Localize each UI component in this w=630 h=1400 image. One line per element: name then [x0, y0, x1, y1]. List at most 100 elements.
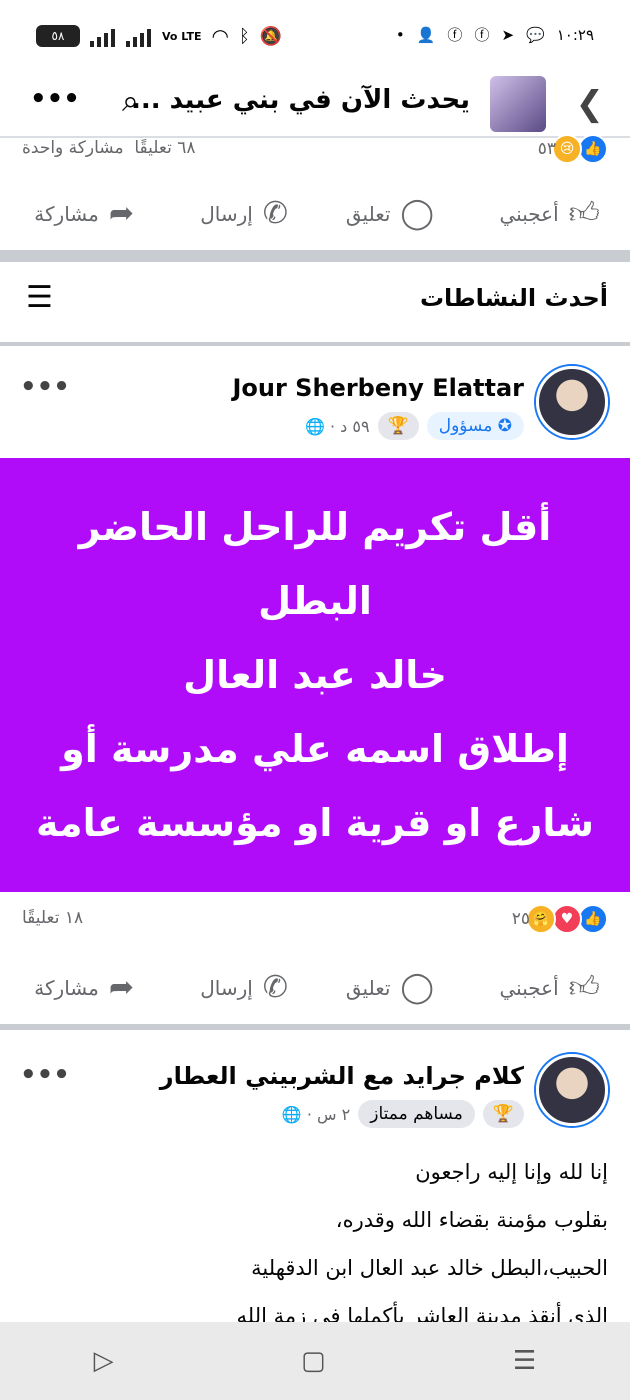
post1-action-row: 👍︎ أعجبني ◯ تعليق ✆ إرسال ➦ مشاركة: [0, 956, 630, 1016]
section-divider: [0, 250, 630, 262]
battery-level: ٥٨: [51, 29, 65, 43]
volte-label: Vo LTE: [162, 29, 202, 43]
post1-line-4: إطلاق اسمه علي مدرسة أو: [61, 727, 569, 771]
prev-shares: مشاركة واحدة: [22, 138, 124, 158]
mute-icon: 🔕: [259, 25, 283, 47]
post2-author[interactable]: كلام جرايد مع الشربيني العطار: [160, 1062, 524, 1090]
prev-comments: ٦٨ تعليقًا: [134, 138, 196, 158]
like-reaction-icon: 👍: [578, 904, 608, 934]
like-label: أعجبني: [499, 202, 559, 226]
more-dots-icon[interactable]: •••: [30, 84, 80, 114]
share-label: مشاركة: [34, 201, 99, 226]
comment-label: تعليق: [345, 975, 391, 1000]
status-left: ٥٨ Vo LTE ◠ ᛒ 🔕: [36, 24, 282, 48]
post1-reactions-count: ٢٥: [511, 909, 530, 929]
status-right: • 👤 ⓕ ⓕ ➤ 💬 ١٠:٢٩: [396, 24, 594, 45]
whatsapp-icon: ✆: [262, 970, 288, 1005]
back-chevron-icon[interactable]: ❯: [576, 84, 605, 124]
share-button[interactable]: ➦ مشاركة: [34, 970, 134, 1005]
whatsapp-icon: ✆: [262, 196, 288, 231]
love-reaction-icon: ♥: [552, 904, 582, 934]
home-square-icon[interactable]: ▢: [301, 1346, 326, 1376]
post1-text-card[interactable]: أقل تكريم للراحل الحاضر البطل خالد عبد ا…: [0, 458, 630, 892]
post2-time-text: ٢ س: [317, 1104, 351, 1124]
signal-icon: [90, 25, 116, 47]
avatar[interactable]: [536, 366, 608, 438]
share-arrow-icon: ➦: [108, 970, 134, 1005]
trophy-icon[interactable]: 🏆: [377, 412, 419, 440]
dot-icon: •: [395, 25, 405, 44]
send-label: إرسال: [200, 201, 253, 226]
post1-stats: 👍 ♥ 🤗 ٢٥ ١٨ تعليقًا: [0, 904, 630, 944]
post1-comments[interactable]: ١٨ تعليقًا: [22, 908, 83, 928]
prev-reactions-count: ٥٣: [537, 139, 556, 159]
post2-text[interactable]: إنا لله وإنا إليه راجعون بقلوب مؤمنة بقض…: [237, 1148, 608, 1340]
section-title: أحدث النشاطات: [419, 284, 608, 312]
comment-label: تعليق: [345, 201, 391, 226]
comment-button[interactable]: ◯ تعليق: [346, 970, 434, 1005]
globe-icon: 🌐: [304, 416, 325, 436]
post1-header: Jour Sherbeny Elattar ✪ مسؤول 🏆 ٥٩ د · 🌐…: [0, 356, 630, 466]
post1-badges: ✪ مسؤول 🏆 ٥٩ د · 🌐: [305, 412, 524, 440]
send-label: إرسال: [200, 975, 253, 1000]
comment-bubble-icon: ◯: [400, 196, 434, 231]
page-title[interactable]: يحدث الآن في بني عبيد ...: [131, 85, 470, 115]
clock: ١٠:٢٩: [556, 25, 594, 44]
share-label: مشاركة: [34, 975, 99, 1000]
share-button[interactable]: ➦ مشاركة: [34, 196, 134, 231]
like-button[interactable]: 👍︎ أعجبني: [500, 970, 601, 1006]
post2-line-3: الحبيب،البطل خالد عبد العال ابن الدقهلية: [251, 1256, 608, 1280]
facebook-icon-2: ⓕ: [474, 26, 490, 44]
post1-time: ٥٩ د · 🌐: [304, 416, 370, 436]
post2-line-1: إنا لله وإنا إليه راجعون: [415, 1160, 608, 1184]
like-label: أعجبني: [499, 976, 559, 1000]
share-arrow-icon: ➦: [108, 196, 134, 231]
post1-more-icon[interactable]: •••: [20, 372, 70, 402]
page-header: ❯ يحدث الآن في بني عبيد ... ⌕ •••: [0, 70, 630, 136]
contributor-badge[interactable]: مساهم ممتاز: [358, 1100, 475, 1128]
trophy-icon[interactable]: 🏆: [482, 1100, 524, 1128]
admin-badge[interactable]: ✪ مسؤول: [426, 412, 524, 440]
post2-line-2: بقلوب مؤمنة بقضاء الله وقدره،: [335, 1208, 608, 1232]
filter-sliders-icon[interactable]: ☰: [26, 280, 53, 315]
prev-comments-shares[interactable]: ٦٨ تعليقًا مشاركة واحدة: [22, 138, 196, 158]
add-user-icon: 👤: [416, 25, 436, 44]
send-button[interactable]: ✆ إرسال: [200, 196, 288, 231]
post1-line-5: شارع او قرية او مؤسسة عامة: [36, 801, 594, 845]
post1-line-2: البطل: [258, 579, 372, 623]
comment-bubble-icon: ◯: [400, 970, 434, 1005]
sad-reaction-icon: 😢: [552, 134, 582, 164]
telegram-icon: ➤: [501, 25, 515, 44]
admin-badge-label: مسؤول: [438, 416, 493, 436]
post1-time-text: ٥٩ د: [340, 416, 370, 436]
globe-icon: 🌐: [281, 1104, 302, 1124]
status-bar: ٥٨ Vo LTE ◠ ᛒ 🔕 • 👤 ⓕ ⓕ ➤ 💬 ١٠:٢٩: [0, 0, 630, 70]
thumbs-up-icon: 👍︎: [568, 970, 600, 1005]
post1-author[interactable]: Jour Sherbeny Elattar: [232, 374, 524, 402]
post2-more-icon[interactable]: •••: [20, 1060, 70, 1090]
like-button[interactable]: 👍︎ أعجبني: [500, 196, 601, 232]
recents-menu-icon[interactable]: ☰: [513, 1346, 536, 1376]
comment-button[interactable]: ◯ تعليق: [346, 196, 434, 231]
section-divider-2: [0, 342, 630, 346]
battery-icon: ٥٨: [36, 25, 80, 47]
wifi-icon: ◠: [211, 24, 229, 48]
system-nav-bar: ▷ ▢ ☰: [0, 1322, 630, 1400]
post2-badges: 🏆 مساهم ممتاز ٢ س · 🌐: [282, 1100, 524, 1128]
thumbs-up-icon: 👍︎: [568, 196, 600, 231]
avatar[interactable]: [536, 1054, 608, 1126]
post2-header: كلام جرايد مع الشربيني العطار 🏆 مساهم مم…: [0, 1044, 630, 1154]
send-button[interactable]: ✆ إرسال: [200, 970, 288, 1005]
search-icon[interactable]: ⌕: [122, 84, 139, 119]
like-reaction-icon: 👍: [578, 134, 608, 164]
back-triangle-icon[interactable]: ▷: [94, 1346, 114, 1376]
group-thumbnail[interactable]: [490, 76, 546, 132]
prev-post-stats: 👍 😢 ٥٣ ٦٨ تعليقًا مشاركة واحدة: [0, 134, 630, 174]
prev-reactions[interactable]: 👍 😢 ٥٣: [538, 134, 608, 164]
post1-reactions[interactable]: 👍 ♥ 🤗 ٢٥: [512, 904, 608, 934]
post-divider: [0, 1024, 630, 1030]
facebook-icon: ⓕ: [447, 26, 463, 44]
care-reaction-icon: 🤗: [526, 904, 556, 934]
post1-line-1: أقل تكريم للراحل الحاضر: [78, 505, 552, 549]
prev-action-row: 👍︎ أعجبني ◯ تعليق ✆ إرسال ➦ مشاركة: [0, 182, 630, 242]
